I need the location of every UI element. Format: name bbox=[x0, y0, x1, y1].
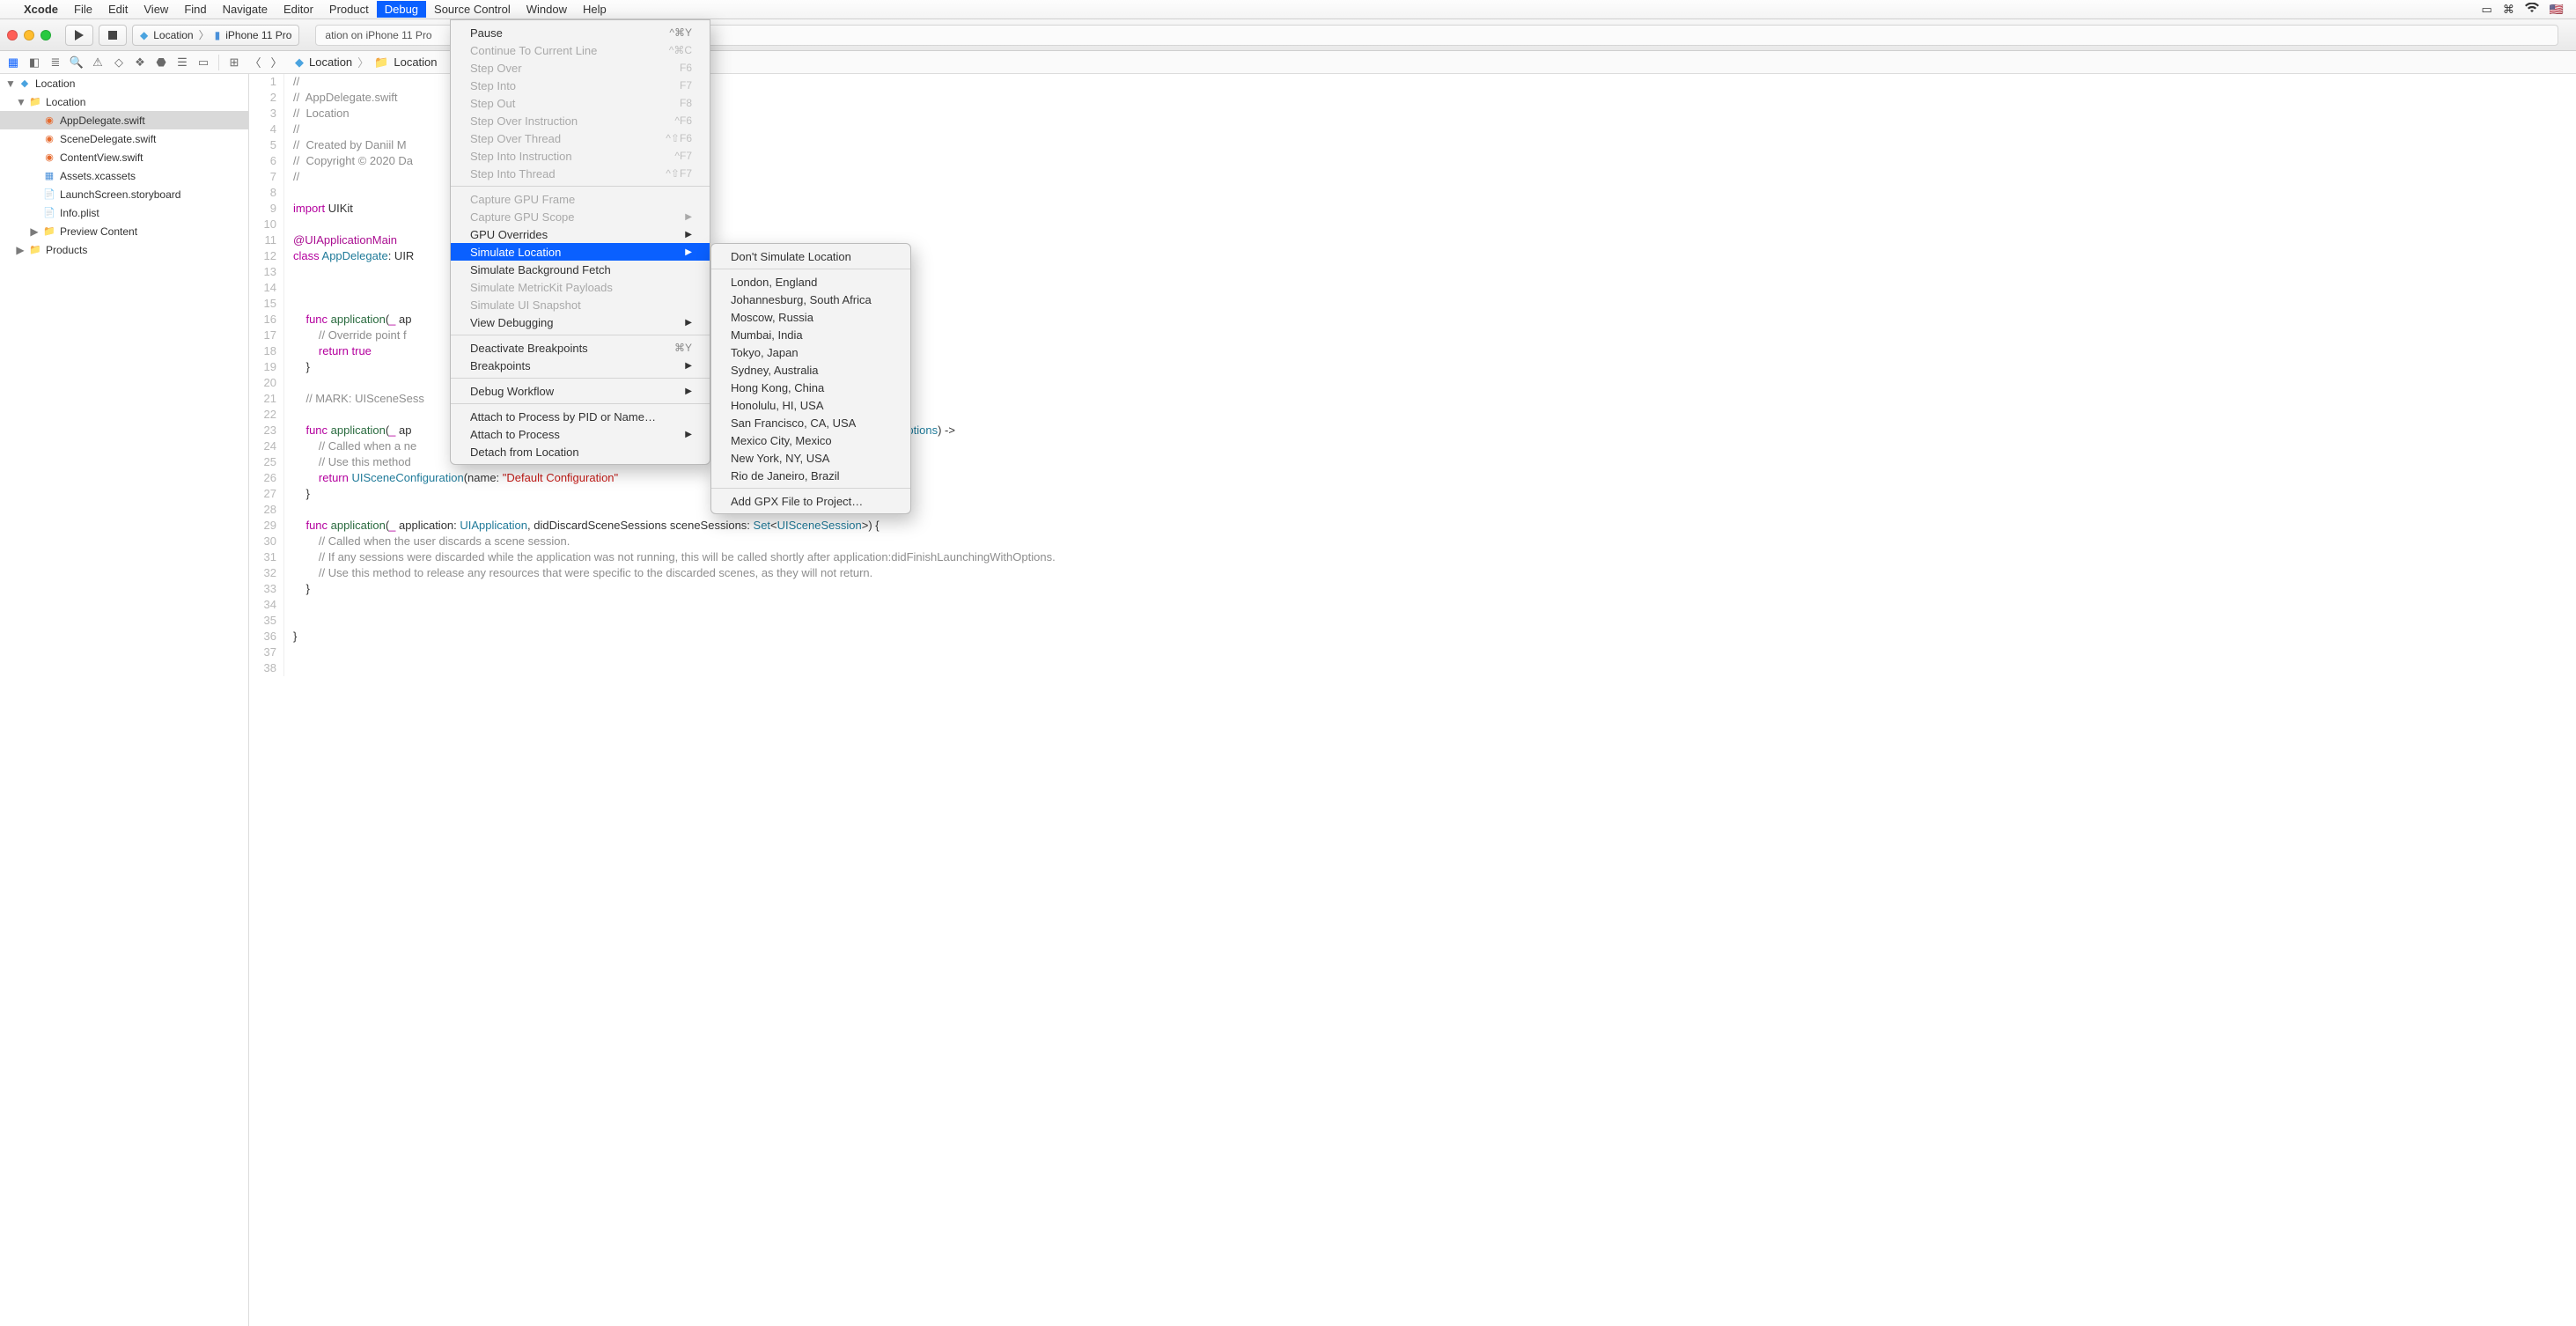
nav-file[interactable]: ◉AppDelegate.swift bbox=[0, 111, 248, 129]
submenu-item-sydney-australia[interactable]: Sydney, Australia bbox=[711, 361, 910, 379]
menu-item-simulate-location[interactable]: Simulate Location▶ bbox=[451, 243, 710, 261]
menu-item-step-into-thread: Step Into Thread^⇧F7 bbox=[451, 165, 710, 182]
airplay-icon[interactable]: ▭ bbox=[2482, 3, 2492, 17]
issue-navigator-icon[interactable]: ⚠ bbox=[90, 55, 106, 70]
menu-item-simulate-background-fetch[interactable]: Simulate Background Fetch bbox=[451, 261, 710, 278]
bluetooth-icon[interactable]: ⌘ bbox=[2503, 3, 2514, 17]
simulate-location-submenu: Don't Simulate Location London, EnglandJo… bbox=[710, 243, 911, 514]
menu-item-detach-from-location[interactable]: Detach from Location bbox=[451, 443, 710, 460]
stop-button[interactable] bbox=[99, 25, 127, 46]
menubar-item-debug[interactable]: Debug bbox=[377, 1, 426, 18]
menu-item-step-over-thread: Step Over Thread^⇧F6 bbox=[451, 129, 710, 147]
nav-forward-icon[interactable]: 〉 bbox=[269, 55, 284, 70]
submenu-item-moscow-russia[interactable]: Moscow, Russia bbox=[711, 308, 910, 326]
breakpoint-navigator-icon[interactable]: ⬣ bbox=[153, 55, 169, 70]
wifi-icon[interactable] bbox=[2525, 3, 2539, 16]
submenu-item-johannesburg-south-africa[interactable]: Johannesburg, South Africa bbox=[711, 291, 910, 308]
project-navigator: ▼◆ Location ▼📁 Location ◉AppDelegate.swi… bbox=[0, 74, 249, 1326]
navigator-selector-bar: ▦ ◧ ≣ 🔍 ⚠ ◇ ❖ ⬣ ☰ ▭ ⊞ 〈 〉 ◆Location 〉 📁L… bbox=[0, 51, 2576, 74]
scheme-target: Location bbox=[153, 29, 193, 41]
menu-item-step-out: Step OutF8 bbox=[451, 94, 710, 112]
run-button[interactable] bbox=[65, 25, 93, 46]
nav-file[interactable]: ◉ContentView.swift bbox=[0, 148, 248, 166]
menubar-item-product[interactable]: Product bbox=[321, 1, 377, 18]
submenu-item-mumbai-india[interactable]: Mumbai, India bbox=[711, 326, 910, 343]
nav-root[interactable]: ▼◆ Location bbox=[0, 74, 248, 92]
submenu-item-tokyo-japan[interactable]: Tokyo, Japan bbox=[711, 343, 910, 361]
debug-navigator-icon[interactable]: ❖ bbox=[132, 55, 148, 70]
menubar-item-editor[interactable]: Editor bbox=[276, 1, 321, 18]
menubar-item-edit[interactable]: Edit bbox=[100, 1, 136, 18]
scheme-device: iPhone 11 Pro bbox=[225, 29, 291, 41]
submenu-item-honolulu-hi-usa[interactable]: Honolulu, HI, USA bbox=[711, 396, 910, 414]
menubar-item-find[interactable]: Find bbox=[176, 1, 214, 18]
zoom-window-button[interactable] bbox=[40, 30, 51, 41]
menubar-item-help[interactable]: Help bbox=[575, 1, 615, 18]
nav-file[interactable]: 📄LaunchScreen.storyboard bbox=[0, 185, 248, 203]
test-navigator-icon[interactable]: ◇ bbox=[111, 55, 127, 70]
nav-file[interactable]: ◉SceneDelegate.swift bbox=[0, 129, 248, 148]
nav-folder[interactable]: ▶📁 Preview Content bbox=[0, 222, 248, 240]
nav-group[interactable]: ▼📁 Location bbox=[0, 92, 248, 111]
menu-item-step-over-instruction: Step Over Instruction^F6 bbox=[451, 112, 710, 129]
menubar-item-file[interactable]: File bbox=[66, 1, 100, 18]
menu-item-simulate-metrickit-payloads: Simulate MetricKit Payloads bbox=[451, 278, 710, 296]
menubar-app[interactable]: Xcode bbox=[16, 1, 66, 18]
symbol-navigator-icon[interactable]: ≣ bbox=[48, 55, 63, 70]
submenu-item-london-england[interactable]: London, England bbox=[711, 273, 910, 291]
submenu-item-mexico-city-mexico[interactable]: Mexico City, Mexico bbox=[711, 431, 910, 449]
menu-item-breakpoints[interactable]: Breakpoints▶ bbox=[451, 357, 710, 374]
editor-grid-icon[interactable]: ⊞ bbox=[226, 55, 242, 70]
nav-folder[interactable]: ▶📁 Products bbox=[0, 240, 248, 259]
menu-item-attach-to-process-by-pid-or-name-[interactable]: Attach to Process by PID or Name… bbox=[451, 408, 710, 425]
menu-item-capture-gpu-frame: Capture GPU Frame bbox=[451, 190, 710, 208]
toolbar: ◆ Location 〉 ▮ iPhone 11 Pro ation on iP… bbox=[0, 19, 2576, 51]
submenu-item-don-t-simulate-location[interactable]: Don't Simulate Location bbox=[711, 247, 910, 265]
window-controls bbox=[7, 30, 51, 41]
library-icon[interactable]: ▭ bbox=[195, 55, 211, 70]
scheme-selector[interactable]: ◆ Location 〉 ▮ iPhone 11 Pro bbox=[132, 25, 299, 46]
submenu-item-san-francisco-ca-usa[interactable]: San Francisco, CA, USA bbox=[711, 414, 910, 431]
jumpbar-seg-0[interactable]: Location bbox=[309, 55, 352, 69]
nav-back-icon[interactable]: 〈 bbox=[247, 55, 263, 70]
menu-item-pause[interactable]: Pause^⌘Y bbox=[451, 24, 710, 41]
minimize-window-button[interactable] bbox=[24, 30, 34, 41]
menu-item-step-into: Step IntoF7 bbox=[451, 77, 710, 94]
nav-file[interactable]: 📄Info.plist bbox=[0, 203, 248, 222]
jumpbar-seg-1[interactable]: Location bbox=[394, 55, 437, 69]
submenu-item-add-gpx-file-to-project-[interactable]: Add GPX File to Project… bbox=[711, 492, 910, 510]
menubar-item-window[interactable]: Window bbox=[519, 1, 575, 18]
submenu-item-new-york-ny-usa[interactable]: New York, NY, USA bbox=[711, 449, 910, 467]
menu-item-capture-gpu-scope: Capture GPU Scope▶ bbox=[451, 208, 710, 225]
submenu-item-rio-de-janeiro-brazil[interactable]: Rio de Janeiro, Brazil bbox=[711, 467, 910, 484]
nav-file[interactable]: ▦Assets.xcassets bbox=[0, 166, 248, 185]
menu-item-attach-to-process[interactable]: Attach to Process▶ bbox=[451, 425, 710, 443]
source-control-navigator-icon[interactable]: ◧ bbox=[26, 55, 42, 70]
menu-item-simulate-ui-snapshot: Simulate UI Snapshot bbox=[451, 296, 710, 313]
report-navigator-icon[interactable]: ☰ bbox=[174, 55, 190, 70]
menu-item-debug-workflow[interactable]: Debug Workflow▶ bbox=[451, 382, 710, 400]
project-navigator-icon[interactable]: ▦ bbox=[5, 55, 21, 70]
menubar-item-view[interactable]: View bbox=[136, 1, 176, 18]
menu-item-step-over: Step OverF6 bbox=[451, 59, 710, 77]
menu-item-deactivate-breakpoints[interactable]: Deactivate Breakpoints⌘Y bbox=[451, 339, 710, 357]
menu-item-view-debugging[interactable]: View Debugging▶ bbox=[451, 313, 710, 331]
submenu-item-hong-kong-china[interactable]: Hong Kong, China bbox=[711, 379, 910, 396]
menu-item-gpu-overrides[interactable]: GPU Overrides▶ bbox=[451, 225, 710, 243]
find-navigator-icon[interactable]: 🔍 bbox=[69, 55, 85, 70]
close-window-button[interactable] bbox=[7, 30, 18, 41]
menu-item-step-into-instruction: Step Into Instruction^F7 bbox=[451, 147, 710, 165]
menubar-item-navigate[interactable]: Navigate bbox=[215, 1, 276, 18]
debug-menu: Pause^⌘YContinue To Current Line^⌘CStep … bbox=[450, 19, 710, 465]
flag-icon[interactable]: 🇺🇸 bbox=[2550, 3, 2564, 17]
menu-item-continue-to-current-line: Continue To Current Line^⌘C bbox=[451, 41, 710, 59]
menubar: Xcode FileEditViewFindNavigateEditorProd… bbox=[0, 0, 2576, 19]
menubar-item-source-control[interactable]: Source Control bbox=[426, 1, 519, 18]
